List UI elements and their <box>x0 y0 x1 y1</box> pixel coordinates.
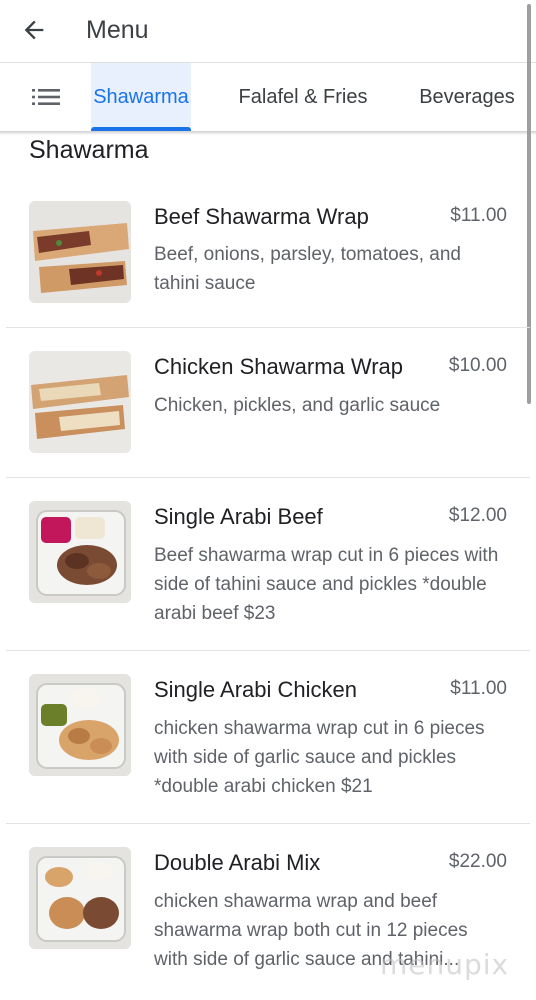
tab-beverages[interactable]: Beverages <box>406 63 528 131</box>
item-divider <box>6 650 530 651</box>
section-title: Shawarma <box>29 136 149 164</box>
item-name: Single Arabi Chicken <box>154 677 358 702</box>
tab-falafel-fries[interactable]: Falafel & Fries <box>227 63 379 131</box>
tabs-shadow <box>0 131 536 135</box>
item-image <box>29 501 131 603</box>
item-price: $10.00 <box>448 355 507 376</box>
item-image <box>29 201 131 303</box>
item-name: Single Arabi Beef <box>154 504 323 529</box>
item-image <box>29 847 131 949</box>
item-divider <box>6 823 530 824</box>
item-description: chicken shawarma wrap cut in 6 pieces wi… <box>154 718 485 797</box>
item-divider <box>6 477 530 478</box>
item-name: Beef Shawarma Wrap <box>154 204 369 229</box>
list-icon <box>32 89 60 105</box>
item-price: $12.00 <box>448 505 507 526</box>
item-price: $22.00 <box>448 851 507 872</box>
item-image <box>29 674 131 776</box>
item-name: Double Arabi Mix <box>154 850 321 875</box>
item-name: Chicken Shawarma Wrap <box>154 354 404 379</box>
item-price: $11.00 <box>450 205 507 226</box>
scrollbar[interactable] <box>527 4 531 404</box>
item-image <box>29 351 131 453</box>
arrow-back-icon <box>24 20 44 40</box>
category-tabs: Shawarma Falafel & Fries Beverages <box>0 63 536 131</box>
back-button[interactable] <box>14 10 54 50</box>
item-price: $11.00 <box>450 678 507 699</box>
item-divider <box>6 327 530 328</box>
watermark: menupix <box>380 948 510 981</box>
item-description: Beef shawarma wrap cut in 6 pieces with … <box>154 545 499 624</box>
category-list-button[interactable] <box>26 83 66 111</box>
tab-shawarma[interactable]: Shawarma <box>91 63 191 131</box>
top-app-bar: Menu <box>0 0 536 60</box>
item-description: Chicken, pickles, and garlic sauce <box>154 395 441 416</box>
page-title: Menu <box>86 15 149 44</box>
item-description: Beef, onions, parsley, tomatoes, and tah… <box>154 244 461 294</box>
